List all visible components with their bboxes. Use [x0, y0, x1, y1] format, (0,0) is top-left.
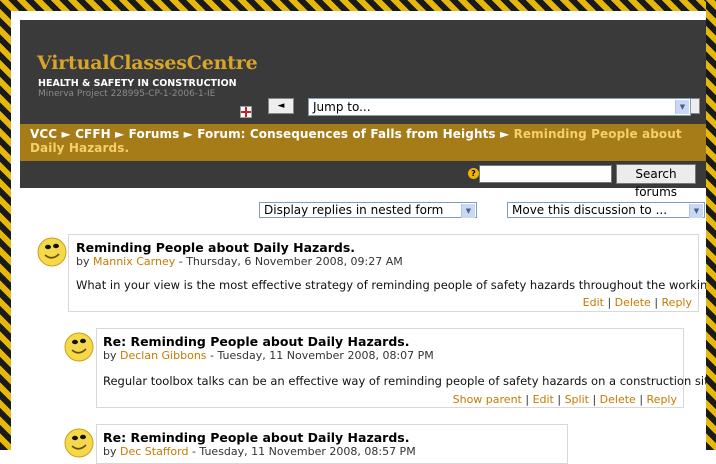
post-author-link[interactable]: Declan Gibbons [120, 349, 207, 362]
project-code: Minerva Project 228995-CP-1-2006-1-IE [38, 89, 216, 99]
byline-prefix: by [103, 445, 120, 458]
post-body: Regular toolbox talks can be an effectiv… [103, 374, 716, 388]
breadcrumb: VCC ► CFFH ► Forums ► Forum: Consequence… [20, 124, 706, 161]
post-commands: Edit | Delete | Reply [582, 296, 692, 309]
reply-link[interactable]: Reply [647, 393, 677, 406]
breadcrumb-separator: ► [115, 127, 125, 141]
post-author-link[interactable]: Mannix Carney [93, 255, 175, 268]
breadcrumb-separator: ► [61, 127, 71, 141]
show-parent-link[interactable]: Show parent [453, 393, 522, 406]
display-mode-value: Display replies in nested form [264, 203, 444, 217]
smiley-face-icon [64, 428, 94, 458]
breadcrumb-item-vcc[interactable]: VCC [30, 127, 57, 141]
delete-link[interactable]: Delete [615, 296, 651, 309]
post-date: - Thursday, 6 November 2008, 09:27 AM [175, 255, 403, 268]
site-logo-title[interactable]: VirtualClassesCentre [37, 52, 258, 74]
split-link[interactable]: Split [565, 393, 589, 406]
breadcrumb-item-forum[interactable]: Forum: Consequences of Falls from Height… [197, 127, 495, 141]
course-title: HEALTH & SAFETY IN CONSTRUCTION [38, 78, 237, 89]
help-icon[interactable]: ? [468, 168, 479, 179]
post-byline: by Declan Gibbons - Tuesday, 11 November… [103, 349, 434, 362]
post-byline: by Dec Stafford - Tuesday, 11 November 2… [103, 445, 416, 458]
post-subject: Re: Reminding People about Daily Hazards… [103, 334, 410, 349]
move-discussion-value: Move this discussion to ... [512, 203, 668, 217]
post-subject: Reminding People about Daily Hazards. [76, 240, 356, 255]
reply-link[interactable]: Reply [662, 296, 692, 309]
edit-link[interactable]: Edit [583, 296, 604, 309]
forum-post-reply: Re: Reminding People about Daily Hazards… [96, 328, 716, 408]
forum-search-bar: ? Search forums [20, 161, 706, 199]
search-forums-input[interactable] [479, 165, 612, 183]
hazard-stripe-left [0, 0, 11, 450]
chevron-down-icon: ▼ [461, 204, 475, 218]
post-commands: Show parent | Edit | Split | Delete | Re… [452, 393, 677, 406]
edit-link[interactable]: Edit [533, 393, 554, 406]
smiley-face-icon [64, 332, 94, 362]
post-date: - Tuesday, 11 November 2008, 08:07 PM [206, 349, 434, 362]
display-mode-select[interactable]: Display replies in nested form ▼ [259, 202, 477, 218]
breadcrumb-item-cffh[interactable]: CFFH [75, 127, 111, 141]
chevron-down-icon: ▼ [689, 204, 703, 218]
byline-prefix: by [76, 255, 93, 268]
post-byline: by Mannix Carney - Thursday, 6 November … [76, 255, 403, 268]
forum-post: Reminding People about Daily Hazards. by… [68, 234, 716, 312]
move-discussion-select[interactable]: Move this discussion to ... ▼ [507, 202, 705, 218]
smiley-face-icon [37, 237, 67, 267]
post-body: What in your view is the most effective … [76, 278, 716, 292]
chevron-down-icon: ▼ [675, 100, 689, 114]
hazard-stripe-right [706, 0, 716, 450]
breadcrumb-item-forums[interactable]: Forums [129, 127, 180, 141]
forum-post-reply: Re: Reminding People about Daily Hazards… [96, 424, 568, 464]
jump-to-value: Jump to... [313, 100, 371, 114]
search-forums-button[interactable]: Search forums [616, 164, 696, 199]
previous-activity-button[interactable]: ◄ [268, 98, 294, 114]
breadcrumb-separator: ► [183, 127, 193, 141]
language-flag-icon[interactable] [240, 106, 252, 118]
post-date: - Tuesday, 11 November 2008, 08:57 PM [188, 445, 416, 458]
post-subject: Re: Reminding People about Daily Hazards… [103, 430, 410, 445]
breadcrumb-separator: ► [499, 127, 510, 141]
post-author-link[interactable]: Dec Stafford [120, 445, 188, 458]
delete-link[interactable]: Delete [600, 393, 636, 406]
jump-to-select[interactable]: Jump to... ▼ [308, 98, 691, 116]
byline-prefix: by [103, 349, 120, 362]
